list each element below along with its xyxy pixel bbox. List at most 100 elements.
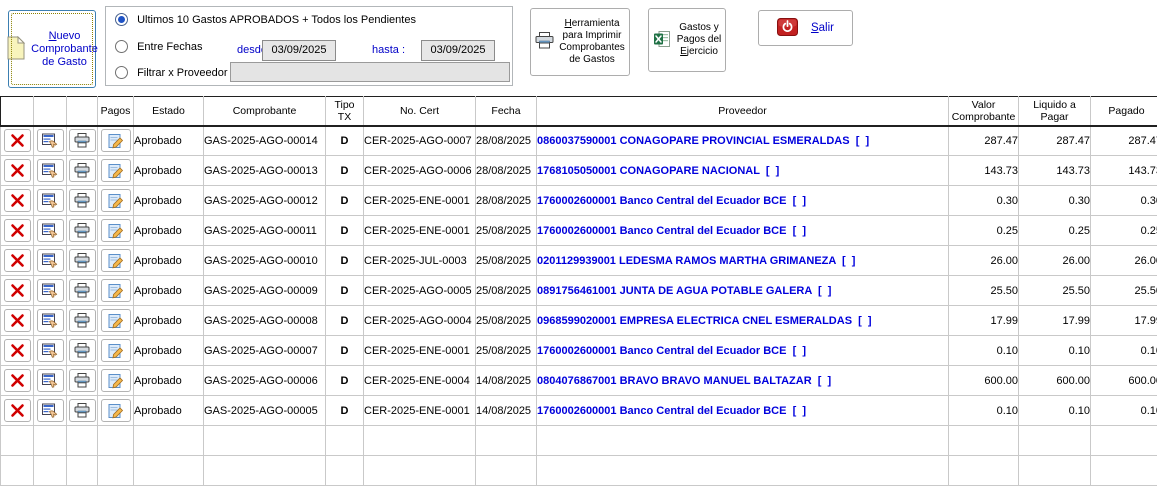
estado-cell: Aprobado xyxy=(134,246,204,276)
table-row: Aprobado GAS-2025-AGO-00014 D CER-2025-A… xyxy=(1,126,1157,156)
print-record-button[interactable] xyxy=(69,339,96,362)
empty-table-row xyxy=(1,456,1157,486)
no-cert-cell: CER-2025-AGO-0006 xyxy=(364,156,476,186)
proveedor-link-cell[interactable]: 0804076867001 BRAVO BRAVO MANUEL BALTAZA… xyxy=(537,366,949,396)
print-record-button[interactable] xyxy=(69,129,96,152)
delete-button[interactable] xyxy=(4,249,31,272)
record-properties-button[interactable] xyxy=(37,129,64,152)
delete-button[interactable] xyxy=(4,129,31,152)
record-properties-button[interactable] xyxy=(37,279,64,302)
record-properties-button[interactable] xyxy=(37,249,64,272)
new-button-line1: Nuevo xyxy=(31,30,98,43)
header-valor-line2: Comprobante xyxy=(950,111,1017,123)
proveedor-link-cell[interactable]: 0891756461001 JUNTA DE AGUA POTABLE GALE… xyxy=(537,276,949,306)
print-record-button[interactable] xyxy=(69,369,96,392)
proveedor-link-cell[interactable]: 1760002600001 Banco Central del Ecuador … xyxy=(537,396,949,426)
table-row: Aprobado GAS-2025-AGO-00008 D CER-2025-A… xyxy=(1,306,1157,336)
delete-button[interactable] xyxy=(4,189,31,212)
edit-pagos-button[interactable] xyxy=(101,219,131,242)
record-properties-button[interactable] xyxy=(37,159,64,182)
new-expense-voucher-button[interactable]: Nuevo Comprobante de Gasto xyxy=(8,10,96,88)
record-properties-button[interactable] xyxy=(37,369,64,392)
liquido-a-pagar-cell: 26.00 xyxy=(1019,246,1091,276)
proveedor-link-cell[interactable]: 1760002600001 Banco Central del Ecuador … xyxy=(537,186,949,216)
excel-button-label: Gastos y Pagos del Ejercicio xyxy=(677,22,721,58)
delete-button[interactable] xyxy=(4,159,31,182)
header-comprobante: Comprobante xyxy=(204,97,326,126)
filter-option-between-dates[interactable]: Entre Fechas xyxy=(115,40,202,53)
record-properties-button[interactable] xyxy=(37,219,64,242)
delete-button[interactable] xyxy=(4,399,31,422)
radio-between-dates[interactable] xyxy=(115,40,128,53)
delete-button[interactable] xyxy=(4,309,31,332)
print-record-button[interactable] xyxy=(69,399,96,422)
exit-button[interactable]: Salir xyxy=(758,10,853,46)
valor-comprobante-cell: 0.10 xyxy=(949,336,1019,366)
proveedor-link-cell[interactable]: 1768105050001 CONAGOPARE NACIONAL [ ] xyxy=(537,156,949,186)
pagado-cell: 0.30 xyxy=(1091,186,1157,216)
record-properties-button[interactable] xyxy=(37,399,64,422)
edit-pagos-button[interactable] xyxy=(101,159,131,182)
comprobante-cell: GAS-2025-AGO-00009 xyxy=(204,276,326,306)
delete-button[interactable] xyxy=(4,219,31,242)
delete-button[interactable] xyxy=(4,369,31,392)
edit-pagos-button[interactable] xyxy=(101,339,131,362)
edit-pagos-button[interactable] xyxy=(101,369,131,392)
radio-last10-label: Ultimos 10 Gastos APROBADOS + Todos los … xyxy=(137,14,416,26)
radio-last10[interactable] xyxy=(115,13,128,26)
radio-filter-proveedor-label: Filtrar x Proveedor xyxy=(137,67,227,79)
desde-date-field[interactable]: 03/09/2025 xyxy=(262,40,336,61)
header-estado: Estado xyxy=(134,97,204,126)
delete-button[interactable] xyxy=(4,339,31,362)
print-record-button[interactable] xyxy=(69,219,96,242)
record-properties-button[interactable] xyxy=(37,189,64,212)
edit-pagos-button[interactable] xyxy=(101,279,131,302)
comprobante-cell: GAS-2025-AGO-00005 xyxy=(204,396,326,426)
estado-cell: Aprobado xyxy=(134,186,204,216)
new-button-label: Nuevo Comprobante de Gasto xyxy=(31,30,98,69)
valor-comprobante-cell: 25.50 xyxy=(949,276,1019,306)
edit-pagos-button[interactable] xyxy=(101,399,131,422)
proveedor-filter-input[interactable] xyxy=(230,62,510,82)
excel-export-button[interactable]: Gastos y Pagos del Ejercicio xyxy=(648,8,726,72)
pagado-cell: 0.10 xyxy=(1091,396,1157,426)
estado-cell: Aprobado xyxy=(134,276,204,306)
proveedor-link-cell[interactable]: 1760002600001 Banco Central del Ecuador … xyxy=(537,336,949,366)
delete-button[interactable] xyxy=(4,279,31,302)
proveedor-link-cell[interactable]: 0968599020001 EMPRESA ELECTRICA CNEL ESM… xyxy=(537,306,949,336)
empty-table-row xyxy=(1,426,1157,456)
print-record-button[interactable] xyxy=(69,249,96,272)
proveedor-link-cell[interactable]: 1760002600001 Banco Central del Ecuador … xyxy=(537,216,949,246)
proveedor-link-cell[interactable]: 0201129939001 LEDESMA RAMOS MARTHA GRIMA… xyxy=(537,246,949,276)
new-button-line2: Comprobante xyxy=(31,43,98,56)
record-properties-button[interactable] xyxy=(37,309,64,332)
radio-filter-proveedor[interactable] xyxy=(115,66,128,79)
estado-cell: Aprobado xyxy=(134,306,204,336)
record-properties-button[interactable] xyxy=(37,339,64,362)
print-vouchers-tool-button[interactable]: Herramienta para Imprimir Comprobantes d… xyxy=(530,8,630,76)
print-record-button[interactable] xyxy=(69,189,96,212)
edit-pagos-button[interactable] xyxy=(101,129,131,152)
print-record-button[interactable] xyxy=(69,279,96,302)
print-tool-line4: de Gastos xyxy=(559,54,625,66)
header-print xyxy=(67,97,98,126)
proveedor-link-cell[interactable]: 0860037590001 CONAGOPARE PROVINCIAL ESME… xyxy=(537,126,949,156)
table-row: Aprobado GAS-2025-AGO-00007 D CER-2025-E… xyxy=(1,336,1157,366)
header-pagos: Pagos xyxy=(98,97,134,126)
print-record-button[interactable] xyxy=(69,159,96,182)
table-row: Aprobado GAS-2025-AGO-00011 D CER-2025-E… xyxy=(1,216,1157,246)
tipo-tx-cell: D xyxy=(326,216,364,246)
valor-comprobante-cell: 17.99 xyxy=(949,306,1019,336)
comprobante-cell: GAS-2025-AGO-00006 xyxy=(204,366,326,396)
header-valor-comprobante: Valor Comprobante xyxy=(949,97,1019,126)
filter-option-proveedor[interactable]: Filtrar x Proveedor xyxy=(115,66,228,79)
print-record-button[interactable] xyxy=(69,309,96,332)
estado-cell: Aprobado xyxy=(134,126,204,156)
edit-pagos-button[interactable] xyxy=(101,249,131,272)
edit-pagos-button[interactable] xyxy=(101,309,131,332)
no-cert-cell: CER-2025-ENE-0001 xyxy=(364,336,476,366)
edit-pagos-button[interactable] xyxy=(101,189,131,212)
liquido-a-pagar-cell: 25.50 xyxy=(1019,276,1091,306)
hasta-date-field[interactable]: 03/09/2025 xyxy=(421,40,495,61)
filter-option-last10[interactable]: Ultimos 10 Gastos APROBADOS + Todos los … xyxy=(115,13,416,26)
